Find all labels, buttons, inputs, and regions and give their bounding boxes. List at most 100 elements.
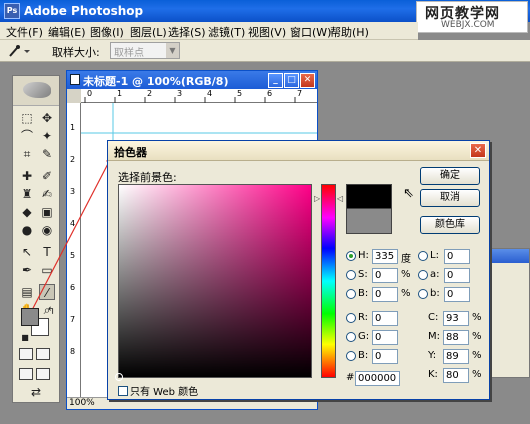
lab-b-label: b: bbox=[430, 288, 440, 299]
screen-mode-full-icon[interactable] bbox=[36, 368, 50, 380]
hue-row: H: 335 度 bbox=[346, 249, 416, 265]
lab-b-field[interactable]: 0 bbox=[444, 287, 470, 302]
hex-row: # 000000 bbox=[346, 371, 406, 387]
brush-tool-icon[interactable]: ✐ bbox=[39, 168, 55, 184]
black-field[interactable]: 80 bbox=[443, 368, 469, 383]
red-field[interactable]: 0 bbox=[372, 311, 398, 326]
green-field[interactable]: 0 bbox=[372, 330, 398, 345]
eyedropper-tool-icon[interactable]: ⁄ bbox=[39, 284, 55, 300]
hue-radio[interactable] bbox=[346, 251, 356, 261]
menu-edit[interactable]: 编辑(E) bbox=[48, 24, 86, 40]
menu-window[interactable]: 窗口(W) bbox=[290, 24, 331, 40]
magic-wand-tool-icon[interactable]: ✦ bbox=[39, 128, 55, 144]
eyedropper-preset-icon[interactable] bbox=[6, 43, 32, 59]
ruler-horizontal: 0 1 2 3 4 5 6 7 bbox=[81, 89, 317, 103]
history-brush-tool-icon[interactable]: ✍ bbox=[39, 186, 55, 202]
dodge-tool-icon[interactable]: ◉ bbox=[39, 222, 55, 238]
path-select-tool-icon[interactable]: ↖ bbox=[19, 244, 35, 260]
lab-a-field[interactable]: 0 bbox=[444, 268, 470, 283]
menu-layer[interactable]: 图层(L) bbox=[130, 24, 167, 40]
toolbox: ⬚ ✥ ⌒ ✦ ⌗ ✎ ✚ ✐ ♜ ✍ ◆ ▣ ● ◉ ↖ T ✒ ▭ ▤ ⁄ … bbox=[12, 75, 60, 403]
sample-size-select[interactable]: 取样点 ▼ bbox=[110, 42, 180, 59]
default-colors-icon[interactable]: ■ bbox=[17, 330, 33, 346]
hue-slider-arrow-right-icon[interactable]: ◁ bbox=[337, 194, 343, 203]
lasso-tool-icon[interactable]: ⌒ bbox=[19, 128, 35, 144]
black-label: K: bbox=[428, 369, 438, 380]
web-only-checkbox[interactable] bbox=[118, 386, 128, 396]
brightness-field[interactable]: 0 bbox=[372, 287, 398, 302]
red-radio[interactable] bbox=[346, 313, 356, 323]
foreground-color-swatch[interactable] bbox=[21, 308, 39, 326]
new-color-swatch bbox=[346, 184, 392, 209]
ruler-left-label: 3 bbox=[70, 187, 76, 196]
ruler-left-label: 2 bbox=[70, 155, 76, 164]
color-field[interactable] bbox=[115, 184, 312, 381]
blue-row: B: 0 bbox=[346, 349, 416, 365]
marquee-tool-icon[interactable]: ⬚ bbox=[19, 110, 35, 126]
menu-select[interactable]: 选择(S) bbox=[168, 24, 206, 40]
minimize-icon[interactable]: _ bbox=[268, 73, 283, 88]
blur-tool-icon[interactable]: ● bbox=[19, 222, 35, 238]
cyan-field[interactable]: 93 bbox=[443, 311, 469, 326]
red-row: R: 0 bbox=[346, 311, 416, 327]
lab-a-radio[interactable] bbox=[418, 270, 428, 280]
current-color-swatch[interactable] bbox=[346, 209, 392, 234]
lab-b-radio[interactable] bbox=[418, 289, 428, 299]
type-tool-icon[interactable]: T bbox=[39, 244, 55, 260]
hue-slider[interactable] bbox=[321, 184, 336, 378]
menu-file[interactable]: 文件(F) bbox=[6, 24, 43, 40]
menu-view[interactable]: 视图(V) bbox=[248, 24, 286, 40]
close-icon[interactable]: ✕ bbox=[470, 143, 486, 158]
magenta-field[interactable]: 88 bbox=[443, 330, 469, 345]
ok-button[interactable]: 确定 bbox=[420, 167, 480, 185]
hex-field[interactable]: 000000 bbox=[355, 371, 400, 386]
ruler-left-label: 4 bbox=[70, 219, 76, 228]
ruler-top-label: 0 bbox=[87, 89, 93, 98]
crop-tool-icon[interactable]: ⌗ bbox=[19, 146, 35, 162]
blue-radio[interactable] bbox=[346, 351, 356, 361]
menu-filter[interactable]: 滤镜(T) bbox=[208, 24, 245, 40]
eraser-tool-icon[interactable]: ◆ bbox=[19, 204, 35, 220]
saturation-field[interactable]: 0 bbox=[372, 268, 398, 283]
ruler-left-label: 6 bbox=[70, 283, 76, 292]
move-tool-icon[interactable]: ✥ bbox=[39, 110, 55, 126]
healing-brush-tool-icon[interactable]: ✚ bbox=[19, 168, 35, 184]
zoom-level[interactable]: 100% bbox=[69, 398, 95, 408]
document-window-controls: _ □ ✕ bbox=[267, 72, 315, 88]
menu-image[interactable]: 图像(I) bbox=[90, 24, 124, 40]
color-picker-ring[interactable] bbox=[115, 373, 123, 381]
clone-stamp-tool-icon[interactable]: ♜ bbox=[19, 186, 35, 202]
saturation-radio[interactable] bbox=[346, 270, 356, 280]
blue-label: B: bbox=[358, 350, 369, 361]
quick-mask-mode-icon[interactable] bbox=[36, 348, 50, 360]
cyan-row: C: 93 % bbox=[428, 311, 486, 327]
web-only-option[interactable]: 只有 Web 颜色 bbox=[118, 383, 198, 398]
hue-slider-arrow-left-icon[interactable]: ▷ bbox=[314, 194, 320, 203]
lab-l-field[interactable]: 0 bbox=[444, 249, 470, 264]
notes-tool-icon[interactable]: ▤ bbox=[19, 284, 35, 300]
ruler-top-label: 1 bbox=[117, 89, 123, 98]
brightness-radio[interactable] bbox=[346, 289, 356, 299]
cancel-button[interactable]: 取消 bbox=[420, 189, 480, 207]
standard-mode-icon[interactable] bbox=[19, 348, 33, 360]
shape-tool-icon[interactable]: ▭ bbox=[39, 262, 55, 278]
pen-tool-icon[interactable]: ✒ bbox=[19, 262, 35, 278]
green-radio[interactable] bbox=[346, 332, 356, 342]
close-icon[interactable]: ✕ bbox=[300, 73, 315, 88]
screen-mode-standard-icon[interactable] bbox=[19, 368, 33, 380]
document-title-bar: 未标题-1 @ 100%(RGB/8) _ □ ✕ bbox=[67, 71, 317, 89]
ruler-top-label: 2 bbox=[147, 89, 153, 98]
swap-colors-icon[interactable]: ↰ bbox=[43, 304, 59, 320]
hue-field[interactable]: 335 bbox=[372, 249, 398, 264]
brightness-unit: % bbox=[401, 288, 411, 299]
blue-field[interactable]: 0 bbox=[372, 349, 398, 364]
yellow-field[interactable]: 89 bbox=[443, 349, 469, 364]
color-libraries-button[interactable]: 颜色库 bbox=[420, 216, 480, 234]
menu-help[interactable]: 帮助(H) bbox=[330, 24, 369, 40]
lab-l-radio[interactable] bbox=[418, 251, 428, 261]
gradient-tool-icon[interactable]: ▣ bbox=[39, 204, 55, 220]
jump-to-imageready-icon[interactable]: ⇄ bbox=[21, 384, 51, 400]
maximize-icon[interactable]: □ bbox=[284, 73, 299, 88]
slice-tool-icon[interactable]: ✎ bbox=[39, 146, 55, 162]
black-row: K: 80 % bbox=[428, 368, 486, 384]
